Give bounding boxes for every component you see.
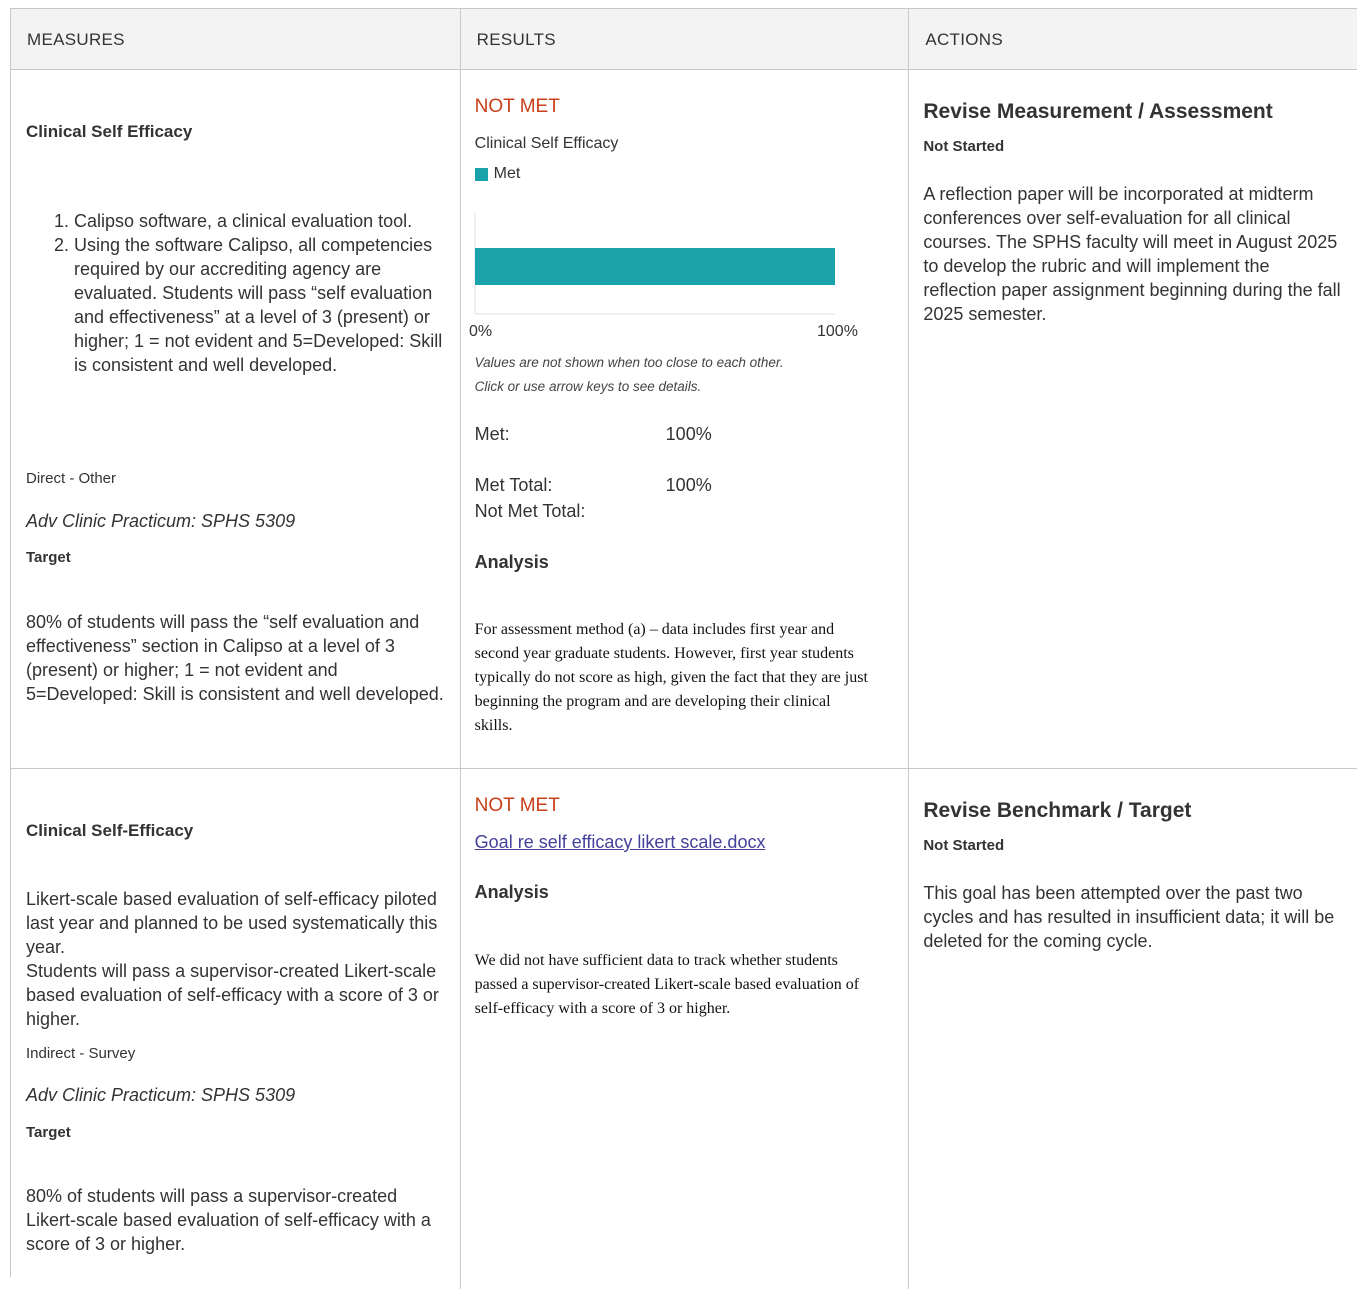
action-text: A reflection paper will be incorporated … (923, 184, 1341, 324)
chart-title: Clinical Self Efficacy (474, 135, 619, 152)
action-title: Revise Benchmark / Target (923, 799, 1192, 822)
measure-title: Clinical Self-Efficacy (26, 821, 194, 840)
action-status: Not Started (923, 837, 1005, 854)
analysis-text: For assessment method (a) – data include… (474, 621, 868, 734)
action-status: Not Started (923, 138, 1005, 155)
list-item: Using the software Calipso, all competen… (74, 233, 446, 377)
met-total-value: 100% (665, 475, 712, 495)
met-label: Met: (474, 424, 510, 444)
chart-note-line1: Values are not shown when too close to e… (474, 355, 784, 370)
result-cell: NOT MET Goal re self efficacy likert sca… (461, 769, 910, 1289)
action-cell: Revise Measurement / Assessment Not Star… (909, 70, 1357, 768)
tick-label-max: 100% (817, 323, 858, 340)
table-row: Clinical Self Efficacy Calipso software,… (11, 70, 1357, 769)
chart-legend: Met (474, 165, 521, 183)
attachment-link[interactable]: Goal re self efficacy likert scale.docx (475, 832, 766, 853)
measure-description-1: Likert-scale based evaluation of self-ef… (26, 889, 438, 957)
met-value: 100% (665, 424, 712, 444)
analysis-heading: Analysis (474, 882, 549, 902)
target-label: Target (26, 1124, 71, 1141)
action-text: This goal has been attempted over the pa… (923, 883, 1335, 951)
legend-label: Met (493, 165, 521, 182)
chart-note-line2: Click or use arrow keys to see details. (474, 379, 702, 394)
target-text: 80% of students will pass the “self eval… (26, 612, 444, 704)
table-row: Clinical Self-Efficacy Likert-scale base… (11, 769, 1357, 1289)
measure-course: Adv Clinic Practicum: SPHS 5309 (26, 511, 296, 531)
header-results: RESULTS (461, 9, 910, 69)
action-title: Revise Measurement / Assessment (923, 100, 1273, 123)
not-met-total-label: Not Met Total: (474, 501, 586, 521)
target-text: 80% of students will pass a supervisor-c… (26, 1186, 431, 1254)
action-cell: Revise Benchmark / Target Not Started Th… (909, 769, 1357, 1289)
met-total-label: Met Total: (474, 475, 553, 495)
table-header: MEASURES RESULTS ACTIONS (11, 9, 1357, 70)
analysis-text: We did not have sufficient data to track… (474, 952, 860, 1017)
measure-cell: Clinical Self Efficacy Calipso software,… (11, 70, 461, 768)
measure-course: Adv Clinic Practicum: SPHS 5309 (26, 1085, 296, 1105)
header-measures: MEASURES (11, 9, 461, 69)
measure-method: Indirect - Survey (26, 1045, 136, 1062)
chart-note: Values are not shown when too close to e… (475, 351, 784, 399)
header-actions: ACTIONS (925, 30, 1004, 49)
bar-chart[interactable]: 0% 100% (461, 210, 881, 340)
measure-method: Direct - Other (26, 470, 117, 487)
assessment-table: MEASURES RESULTS ACTIONS Clinical Self E… (10, 8, 1357, 1289)
chart-bars[interactable] (474, 248, 835, 285)
measure-description-2: Students will pass a supervisor-created … (26, 961, 439, 1029)
analysis-heading: Analysis (474, 552, 549, 572)
tick-label-min: 0% (469, 323, 492, 340)
measure-list: Calipso software, a clinical evaluation … (26, 209, 446, 377)
status-badge: NOT MET (474, 96, 560, 117)
list-item: Calipso software, a clinical evaluation … (74, 209, 446, 233)
status-badge: NOT MET (474, 795, 560, 816)
legend-swatch (474, 167, 488, 181)
measure-description: Likert-scale based evaluation of self-ef… (26, 887, 446, 1031)
measure-cell: Clinical Self-Efficacy Likert-scale base… (11, 769, 461, 1289)
result-cell: NOT MET Clinical Self Efficacy Met 0% 10… (461, 70, 910, 768)
chart-bar-met[interactable] (474, 248, 835, 285)
target-label: Target (26, 549, 71, 566)
measure-title: Clinical Self Efficacy (26, 122, 193, 141)
